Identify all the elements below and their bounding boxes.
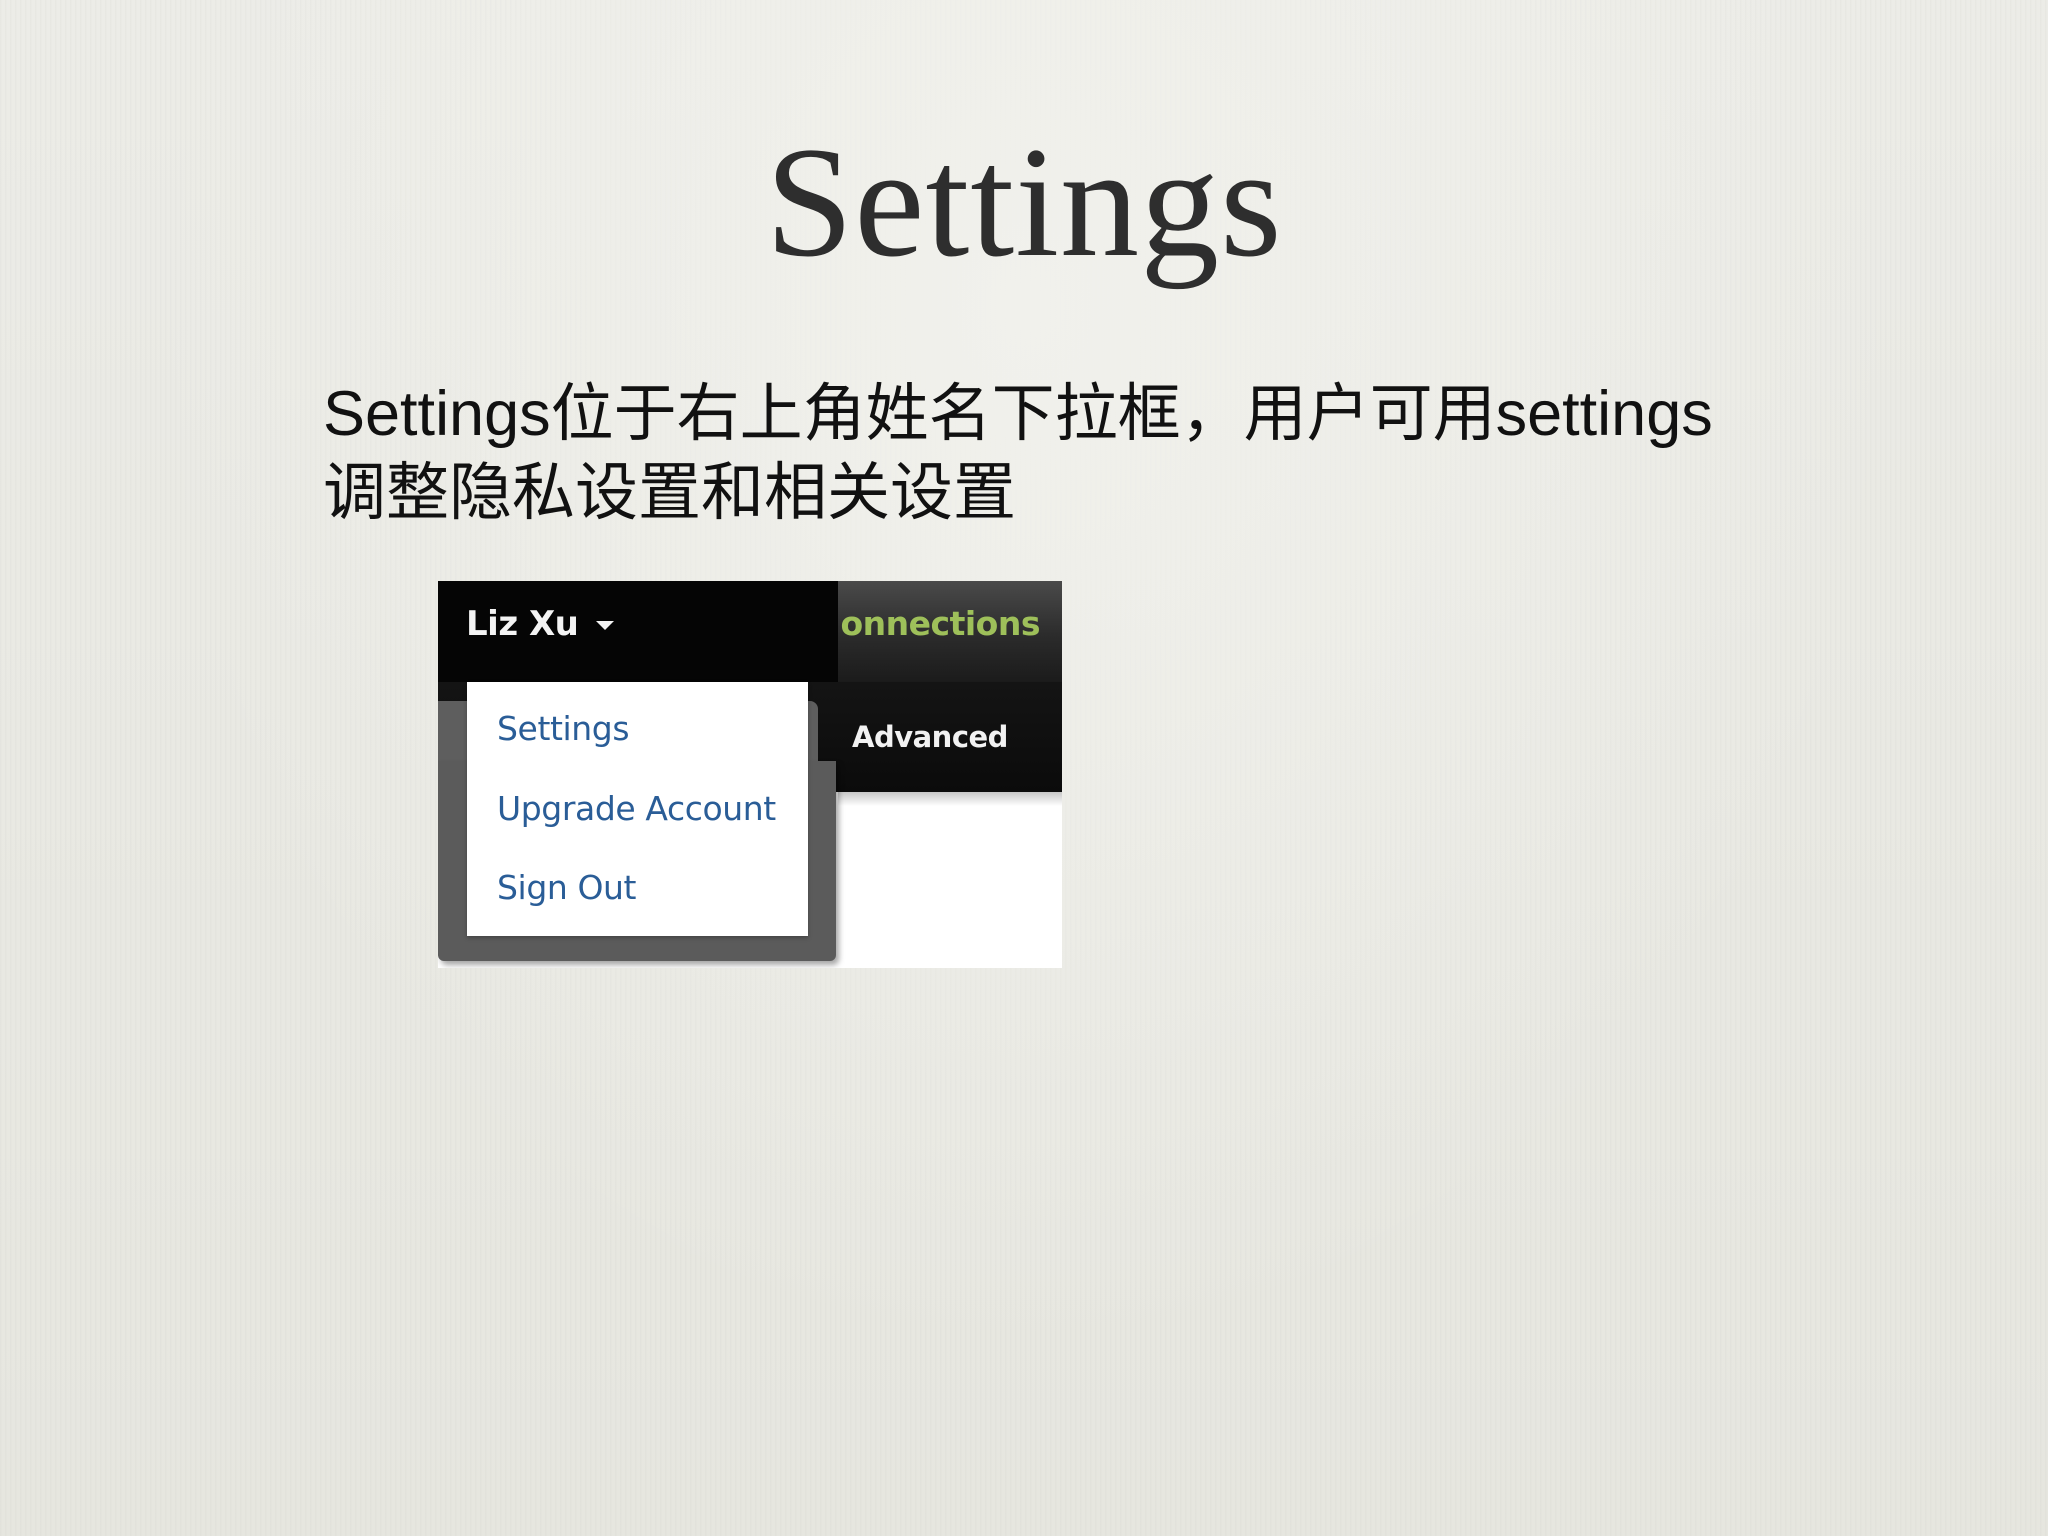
body-line-2: 调整隐私设置和相关设置 — [323, 458, 1016, 528]
tab-connections[interactable]: onnections — [800, 601, 1041, 647]
menu-item-settings[interactable]: Settings — [497, 707, 630, 751]
user-dropdown-menu: Settings Upgrade Account Sign Out — [467, 682, 808, 936]
tab-advanced[interactable]: Advanced — [852, 717, 1008, 757]
embedded-screenshot: Liz Xu onnections Advanced Settings Upgr… — [438, 581, 1062, 968]
menu-item-sign-out[interactable]: Sign Out — [497, 866, 637, 910]
user-menu-toggle[interactable]: Liz Xu — [466, 601, 579, 647]
slide-title: Settings — [765, 115, 1283, 290]
body-line-1: Settings位于右上角姓名下拉框，用户可用settings — [323, 379, 1713, 449]
menu-item-upgrade-account[interactable]: Upgrade Account — [497, 787, 776, 831]
slide-body: Settings位于右上角姓名下拉框，用户可用settings 调整隐私设置和相… — [323, 375, 1883, 533]
nav-shadow — [838, 792, 1062, 806]
chevron-down-icon[interactable] — [596, 621, 614, 630]
